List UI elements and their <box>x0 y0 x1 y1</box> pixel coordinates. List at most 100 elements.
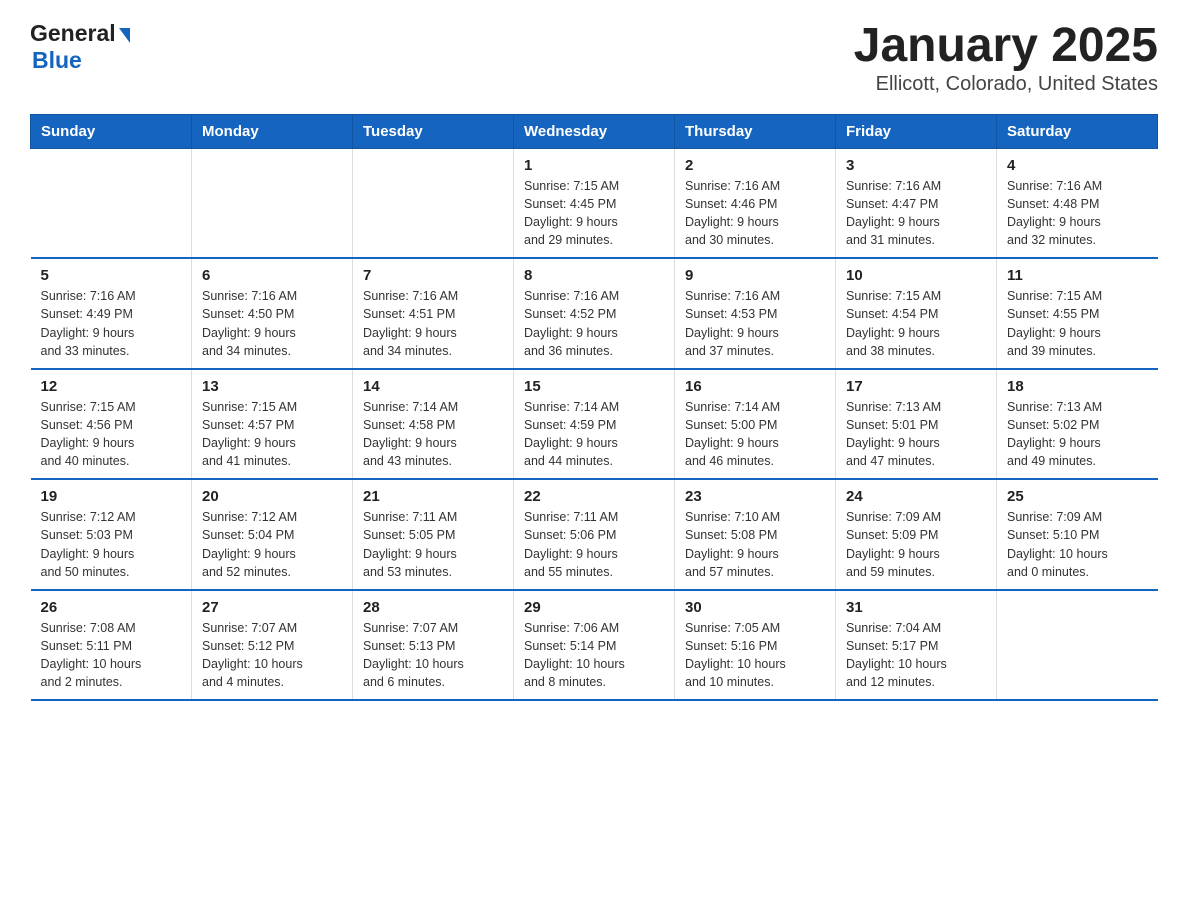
day-number: 15 <box>524 378 664 395</box>
calendar-cell: 3 Sunrise: 7:16 AMSunset: 4:47 PMDaylight… <box>836 148 997 258</box>
day-number: 9 <box>685 267 825 284</box>
day-number: 24 <box>846 488 986 505</box>
calendar-cell: 11 Sunrise: 7:15 AMSunset: 4:55 PMDayligh… <box>997 258 1158 369</box>
day-info: Sunrise: 7:15 AMSunset: 4:45 PMDaylight:… <box>524 177 664 250</box>
day-number: 3 <box>846 157 986 174</box>
calendar-cell: 8Sunrise: 7:16 AMSunset: 4:52 PMDaylight… <box>514 258 675 369</box>
calendar-cell: 13 Sunrise: 7:15 AMSunset: 4:57 PMDayligh… <box>192 369 353 480</box>
calendar-cell: 23 Sunrise: 7:10 AMSunset: 5:08 PMDayligh… <box>675 479 836 590</box>
calendar-cell: 28 Sunrise: 7:07 AMSunset: 5:13 PMDayligh… <box>353 590 514 701</box>
day-info: Sunrise: 7:16 AMSunset: 4:46 PMDaylight:… <box>685 177 825 250</box>
day-info: Sunrise: 7:05 AMSunset: 5:16 PMDaylight:… <box>685 619 825 692</box>
day-info: Sunrise: 7:13 AMSunset: 5:01 PMDaylight:… <box>846 398 986 471</box>
column-header-sunday: Sunday <box>31 114 192 148</box>
day-info: Sunrise: 7:07 AMSunset: 5:12 PMDaylight:… <box>202 619 342 692</box>
day-number: 26 <box>41 599 182 616</box>
logo: General Blue <box>30 20 130 74</box>
day-number: 17 <box>846 378 986 395</box>
calendar-cell: 27 Sunrise: 7:07 AMSunset: 5:12 PMDayligh… <box>192 590 353 701</box>
calendar-cell: 25Sunrise: 7:09 AMSunset: 5:10 PMDayligh… <box>997 479 1158 590</box>
calendar-table: SundayMondayTuesdayWednesdayThursdayFrid… <box>30 114 1158 702</box>
day-info: Sunrise: 7:16 AMSunset: 4:47 PMDaylight:… <box>846 177 986 250</box>
day-info: Sunrise: 7:15 AMSunset: 4:56 PMDaylight:… <box>41 398 182 471</box>
day-number: 16 <box>685 378 825 395</box>
column-header-tuesday: Tuesday <box>353 114 514 148</box>
calendar-cell <box>192 148 353 258</box>
day-info: Sunrise: 7:16 AMSunset: 4:51 PMDaylight:… <box>363 287 503 360</box>
calendar-cell: 7Sunrise: 7:16 AMSunset: 4:51 PMDaylight… <box>353 258 514 369</box>
day-number: 21 <box>363 488 503 505</box>
day-info: Sunrise: 7:14 AMSunset: 4:59 PMDaylight:… <box>524 398 664 471</box>
calendar-cell: 12 Sunrise: 7:15 AMSunset: 4:56 PMDayligh… <box>31 369 192 480</box>
calendar-week-row: 26 Sunrise: 7:08 AMSunset: 5:11 PMDayligh… <box>31 590 1158 701</box>
calendar-week-row: 1 Sunrise: 7:15 AMSunset: 4:45 PMDaylight… <box>31 148 1158 258</box>
day-info: Sunrise: 7:16 AMSunset: 4:50 PMDaylight:… <box>202 287 342 360</box>
calendar-cell <box>997 590 1158 701</box>
day-info: Sunrise: 7:10 AMSunset: 5:08 PMDaylight:… <box>685 508 825 581</box>
logo-general-text: General <box>30 20 116 47</box>
day-number: 11 <box>1007 267 1148 284</box>
calendar-cell: 14Sunrise: 7:14 AMSunset: 4:58 PMDayligh… <box>353 369 514 480</box>
day-info: Sunrise: 7:06 AMSunset: 5:14 PMDaylight:… <box>524 619 664 692</box>
title-block: January 2025 Ellicott, Colorado, United … <box>854 20 1158 96</box>
calendar-week-row: 5 Sunrise: 7:16 AMSunset: 4:49 PMDaylight… <box>31 258 1158 369</box>
day-info: Sunrise: 7:15 AMSunset: 4:57 PMDaylight:… <box>202 398 342 471</box>
day-number: 29 <box>524 599 664 616</box>
calendar-cell: 20Sunrise: 7:12 AMSunset: 5:04 PMDayligh… <box>192 479 353 590</box>
calendar-cell: 15 Sunrise: 7:14 AMSunset: 4:59 PMDayligh… <box>514 369 675 480</box>
calendar-cell: 22 Sunrise: 7:11 AMSunset: 5:06 PMDayligh… <box>514 479 675 590</box>
calendar-title: January 2025 <box>854 20 1158 73</box>
calendar-cell: 1 Sunrise: 7:15 AMSunset: 4:45 PMDaylight… <box>514 148 675 258</box>
day-number: 12 <box>41 378 182 395</box>
calendar-cell: 2 Sunrise: 7:16 AMSunset: 4:46 PMDaylight… <box>675 148 836 258</box>
day-info: Sunrise: 7:12 AMSunset: 5:03 PMDaylight:… <box>41 508 182 581</box>
day-number: 10 <box>846 267 986 284</box>
day-number: 4 <box>1007 157 1148 174</box>
calendar-cell: 19 Sunrise: 7:12 AMSunset: 5:03 PMDayligh… <box>31 479 192 590</box>
day-number: 28 <box>363 599 503 616</box>
day-number: 27 <box>202 599 342 616</box>
day-info: Sunrise: 7:14 AMSunset: 4:58 PMDaylight:… <box>363 398 503 471</box>
day-info: Sunrise: 7:16 AMSunset: 4:49 PMDaylight:… <box>41 287 182 360</box>
column-header-friday: Friday <box>836 114 997 148</box>
logo-triangle-icon <box>119 28 130 43</box>
calendar-week-row: 19 Sunrise: 7:12 AMSunset: 5:03 PMDayligh… <box>31 479 1158 590</box>
calendar-cell: 16Sunrise: 7:14 AMSunset: 5:00 PMDayligh… <box>675 369 836 480</box>
day-number: 2 <box>685 157 825 174</box>
calendar-cell <box>31 148 192 258</box>
day-number: 1 <box>524 157 664 174</box>
day-info: Sunrise: 7:15 AMSunset: 4:54 PMDaylight:… <box>846 287 986 360</box>
day-number: 30 <box>685 599 825 616</box>
day-info: Sunrise: 7:16 AMSunset: 4:52 PMDaylight:… <box>524 287 664 360</box>
day-number: 23 <box>685 488 825 505</box>
day-info: Sunrise: 7:13 AMSunset: 5:02 PMDaylight:… <box>1007 398 1148 471</box>
calendar-cell: 26 Sunrise: 7:08 AMSunset: 5:11 PMDayligh… <box>31 590 192 701</box>
column-header-saturday: Saturday <box>997 114 1158 148</box>
calendar-cell: 17 Sunrise: 7:13 AMSunset: 5:01 PMDayligh… <box>836 369 997 480</box>
calendar-cell: 10 Sunrise: 7:15 AMSunset: 4:54 PMDayligh… <box>836 258 997 369</box>
day-info: Sunrise: 7:11 AMSunset: 5:06 PMDaylight:… <box>524 508 664 581</box>
day-number: 19 <box>41 488 182 505</box>
day-number: 5 <box>41 267 182 284</box>
day-number: 13 <box>202 378 342 395</box>
calendar-subtitle: Ellicott, Colorado, United States <box>854 73 1158 96</box>
column-header-monday: Monday <box>192 114 353 148</box>
day-info: Sunrise: 7:07 AMSunset: 5:13 PMDaylight:… <box>363 619 503 692</box>
day-info: Sunrise: 7:11 AMSunset: 5:05 PMDaylight:… <box>363 508 503 581</box>
day-number: 22 <box>524 488 664 505</box>
day-info: Sunrise: 7:15 AMSunset: 4:55 PMDaylight:… <box>1007 287 1148 360</box>
calendar-cell <box>353 148 514 258</box>
day-info: Sunrise: 7:16 AMSunset: 4:53 PMDaylight:… <box>685 287 825 360</box>
day-number: 6 <box>202 267 342 284</box>
day-number: 20 <box>202 488 342 505</box>
day-info: Sunrise: 7:04 AMSunset: 5:17 PMDaylight:… <box>846 619 986 692</box>
calendar-cell: 6 Sunrise: 7:16 AMSunset: 4:50 PMDaylight… <box>192 258 353 369</box>
calendar-cell: 5 Sunrise: 7:16 AMSunset: 4:49 PMDaylight… <box>31 258 192 369</box>
day-info: Sunrise: 7:09 AMSunset: 5:09 PMDaylight:… <box>846 508 986 581</box>
day-number: 18 <box>1007 378 1148 395</box>
calendar-cell: 29 Sunrise: 7:06 AMSunset: 5:14 PMDayligh… <box>514 590 675 701</box>
calendar-cell: 31 Sunrise: 7:04 AMSunset: 5:17 PMDayligh… <box>836 590 997 701</box>
day-info: Sunrise: 7:08 AMSunset: 5:11 PMDaylight:… <box>41 619 182 692</box>
day-number: 31 <box>846 599 986 616</box>
logo-blue-text: Blue <box>32 47 82 74</box>
